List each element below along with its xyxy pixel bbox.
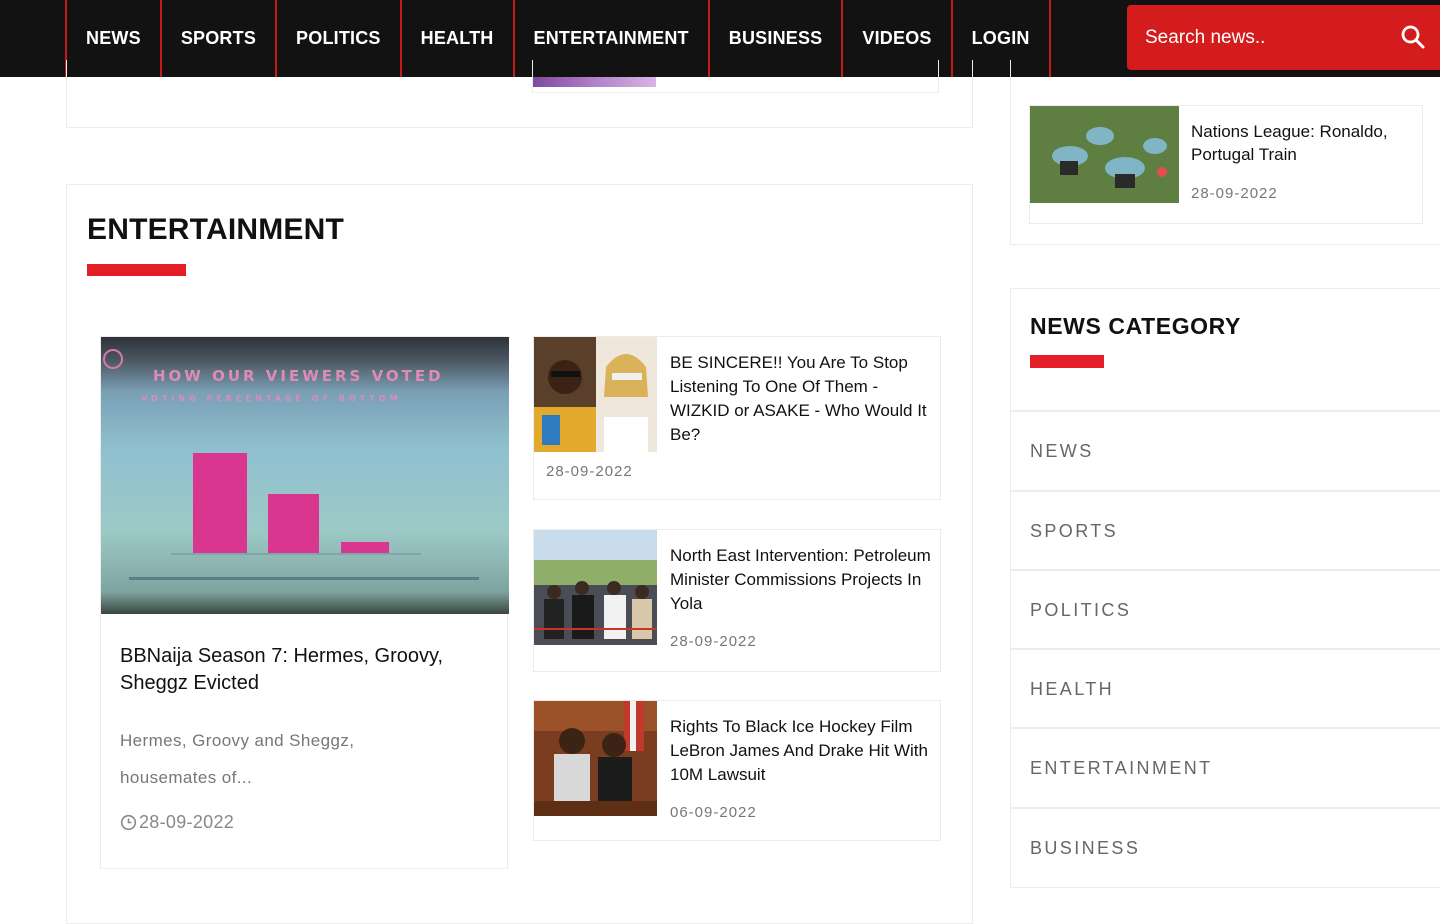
- article-title[interactable]: Rights To Black Ice Hockey Film LeBron J…: [670, 715, 932, 787]
- previous-article-card[interactable]: [532, 60, 939, 93]
- article-date: 28-09-2022: [546, 463, 633, 480]
- featured-image[interactable]: HOW OUR VIEWERS VOTED VOTING PERCENTAGE …: [101, 337, 509, 614]
- title-underline: [1030, 355, 1104, 368]
- article-card[interactable]: North East Intervention: Petroleum Minis…: [533, 529, 941, 672]
- article-title[interactable]: North East Intervention: Petroleum Minis…: [670, 544, 932, 616]
- section-title: ENTERTAINMENT: [87, 213, 345, 246]
- category-business[interactable]: BUSINESS: [1011, 807, 1440, 887]
- category-title: NEWS CATEGORY: [1030, 313, 1241, 339]
- article-thumbnail[interactable]: [534, 337, 657, 452]
- search-icon[interactable]: [1400, 24, 1426, 50]
- title-underline: [87, 264, 186, 276]
- article-thumbnail[interactable]: [534, 530, 657, 645]
- news-category-box: NEWS CATEGORY NEWS SPORTS POLITICS HEALT…: [1010, 288, 1440, 888]
- entertainment-section: ENTERTAINMENT HOW OUR VIEWERS VOTED VOTI…: [66, 184, 973, 924]
- clock-icon: [120, 814, 137, 831]
- article-thumbnail[interactable]: [1030, 106, 1179, 203]
- featured-excerpt: Hermes, Groovy and Sheggz, housemates of…: [120, 731, 355, 787]
- category-politics[interactable]: POLITICS: [1011, 569, 1440, 649]
- category-entertainment[interactable]: ENTERTAINMENT: [1011, 727, 1440, 807]
- featured-date: 28-09-2022: [120, 812, 234, 833]
- search-input[interactable]: [1145, 26, 1395, 49]
- svg-text:HOW OUR VIEWERS VOTED: HOW OUR VIEWERS VOTED: [153, 367, 444, 385]
- article-date: 28-09-2022: [1191, 185, 1278, 202]
- category-sports[interactable]: SPORTS: [1011, 490, 1440, 570]
- article-thumbnail[interactable]: [534, 701, 657, 816]
- article-thumbnail[interactable]: [533, 77, 656, 87]
- article-title[interactable]: Nations League: Ronaldo, Portugal Train: [1191, 120, 1416, 166]
- date-text: 28-09-2022: [139, 812, 235, 832]
- recent-article-card[interactable]: Nations League: Ronaldo, Portugal Train …: [1029, 105, 1423, 224]
- svg-text:VOTING PERCENTAGE OF BOTTOM: VOTING PERCENTAGE OF BOTTOM: [141, 394, 402, 403]
- category-health[interactable]: HEALTH: [1011, 648, 1440, 728]
- featured-article[interactable]: HOW OUR VIEWERS VOTED VOTING PERCENTAGE …: [100, 336, 509, 869]
- category-news[interactable]: NEWS: [1011, 410, 1440, 490]
- article-card[interactable]: BE SINCERE!! You Are To Stop Listening T…: [533, 336, 941, 500]
- featured-title[interactable]: BBNaija Season 7: Hermes, Groovy, Sheggz…: [120, 643, 490, 697]
- article-card[interactable]: Rights To Black Ice Hockey Film LeBron J…: [533, 700, 941, 841]
- article-date: 06-09-2022: [670, 804, 757, 821]
- article-date: 28-09-2022: [670, 633, 757, 650]
- article-title[interactable]: BE SINCERE!! You Are To Stop Listening T…: [670, 351, 932, 447]
